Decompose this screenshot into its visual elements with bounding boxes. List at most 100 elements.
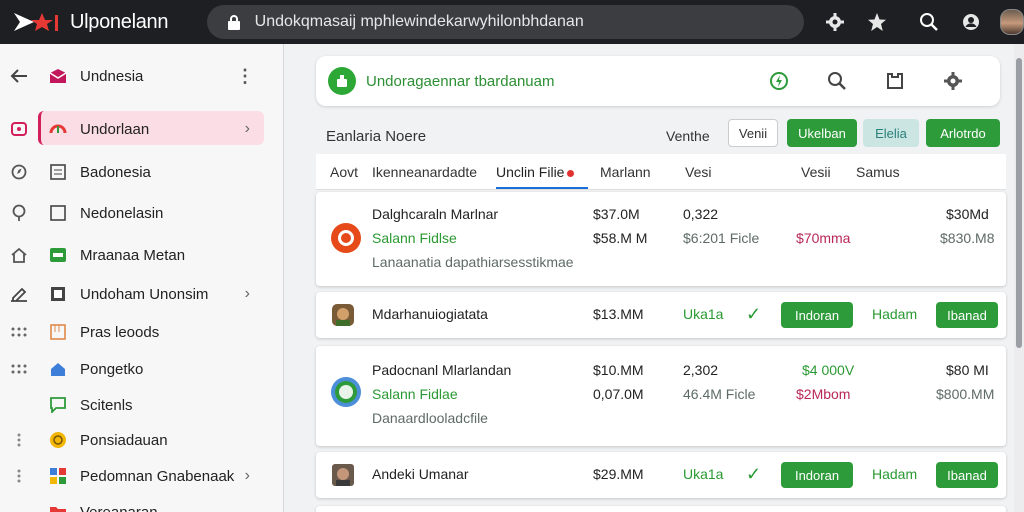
sidebar-item-label: Pongetko	[80, 360, 144, 378]
kebab-menu-icon[interactable]: ⋮	[236, 66, 254, 87]
sidebar-item-pongetko[interactable]: Pongetko	[0, 351, 284, 387]
filter-label: Eanlaria Noere	[326, 127, 427, 145]
search-icon[interactable]	[808, 71, 866, 91]
row-total: $30Md	[946, 206, 989, 222]
avatar[interactable]	[1000, 9, 1024, 35]
tab-vesi[interactable]: Vesi	[685, 164, 711, 180]
tab-bar: Aovt Ikenneanardadte Unclin Filie Marlan…	[316, 154, 1006, 190]
sidebar-item-ponsiadauan[interactable]: Ponsiadauan	[0, 422, 284, 458]
scrollbar-thumb[interactable]	[1016, 58, 1022, 348]
sidebar-item-pras-leoods[interactable]: Pras leoods	[0, 314, 284, 350]
row-action-button[interactable]: Indoran	[781, 302, 853, 328]
row-amount: $13.MM	[593, 306, 644, 322]
row-desc: Lanaanatia dapathiarsesstikmae	[372, 254, 574, 270]
settings-icon[interactable]	[814, 0, 856, 44]
row-name: Andeki Umanar	[372, 466, 469, 482]
green-square-icon	[44, 247, 72, 263]
search-icon[interactable]	[908, 0, 950, 44]
tab-unclin-filie[interactable]: Unclin Filie	[496, 164, 575, 180]
back-arrow-icon[interactable]	[0, 69, 38, 83]
star-icon[interactable]	[856, 0, 898, 44]
filter-button-venii[interactable]: Venii	[728, 119, 778, 147]
bolt-icon[interactable]	[750, 71, 808, 91]
tab-vesii[interactable]: Vesii	[801, 164, 831, 180]
table-row[interactable]: Andeki Umanar $29.MM Uka1a ✓ Indoran Had…	[316, 452, 1006, 498]
row-delta: $2Mbom	[796, 386, 851, 402]
row-amount: $10.MM	[593, 362, 644, 378]
sidebar-item-label: Badonesia	[80, 163, 151, 181]
sidebar-item-nedonelasin[interactable]: Nedonelasin	[0, 195, 284, 231]
tab-marlann[interactable]: Marlann	[600, 164, 651, 180]
edit-icon	[0, 286, 38, 302]
tab-aovt[interactable]: Aovt	[330, 164, 358, 180]
settings-icon[interactable]	[924, 71, 982, 91]
logo-mark-icon	[14, 13, 58, 31]
scrollbar[interactable]	[1014, 44, 1024, 512]
address-text: Undokqmasaij mphlewindekarwyhilonbhdanan	[254, 13, 584, 30]
sidebar-item-label: Nedonelasin	[80, 204, 164, 222]
sidebar-item-pedomnan-gnabenaak[interactable]: Pedomnan Gnabenaak ›	[0, 458, 284, 494]
app-logo[interactable]: Ulponelann	[12, 11, 187, 34]
sidebar-item-vereanaran[interactable]: Vereanaran	[0, 494, 284, 512]
grid-dots-icon	[0, 363, 38, 375]
table-row[interactable]: Dalghcaraln Marlnar Salann Fidlse Lanaan…	[316, 192, 1006, 286]
table-row[interactable]	[316, 506, 1006, 512]
filter-button-ukelban[interactable]: Ukelban	[787, 119, 857, 147]
sidebar-header-label: Undnesia	[80, 67, 144, 85]
frame-icon	[44, 205, 72, 221]
coin-icon	[44, 431, 72, 449]
row-amount-secondary: 0,07.0M	[593, 386, 644, 402]
row-amount-secondary: $58.M M	[593, 230, 648, 246]
home-icon	[0, 247, 38, 263]
sidebar-item-badonesia[interactable]: Badonesia	[0, 154, 284, 190]
row-total-secondary: $830.M8	[940, 230, 995, 246]
tab-samus[interactable]: Samus	[856, 164, 900, 180]
grid-dots-icon	[0, 326, 38, 338]
row-secondary-action-button[interactable]: Ibanad	[936, 462, 998, 488]
table-row[interactable]: Padocnanl Mlarlandan Salann Fidlae Danaa…	[316, 346, 1006, 446]
vertical-dots-icon	[0, 469, 38, 483]
sidebar-item-label: Pras leoods	[80, 323, 160, 341]
status-ring-icon	[330, 376, 362, 411]
chevron-right-icon: ›	[244, 120, 250, 137]
address-bar[interactable]: Undokqmasaij mphlewindekarwyhilonbhdanan	[206, 5, 804, 39]
row-secondary-action-button[interactable]: Ibanad	[936, 302, 998, 328]
sidebar-item-label: Ponsiadauan	[80, 431, 168, 449]
folder-icon	[44, 504, 72, 512]
filter-button-elelia[interactable]: Elelia	[863, 119, 919, 147]
active-tab-indicator	[496, 187, 588, 189]
row-total: $80 MI	[946, 362, 989, 378]
app-badge-icon	[328, 67, 356, 95]
sidebar-item-undorlaan[interactable]: Undorlaan ›	[0, 111, 284, 147]
chat-icon	[44, 397, 72, 413]
badge-icon	[0, 122, 38, 136]
checkmark-icon: ✓	[746, 464, 762, 484]
chart-arc-icon	[44, 121, 72, 137]
vertical-dots-icon	[0, 433, 38, 447]
compass-icon	[0, 164, 38, 180]
header-title: Undoragaennar tbardanuam	[366, 72, 555, 90]
row-status: Uka1a	[683, 306, 724, 322]
checkmark-icon: ✓	[746, 304, 762, 324]
main-content: Undoragaennar tbardanuam Eanlaria Noere …	[286, 44, 1016, 512]
tab-ikenneanardadte[interactable]: Ikenneanardadte	[372, 164, 477, 180]
sidebar-item-mraanaa-metan[interactable]: Mraanaa Metan	[0, 237, 284, 273]
row-count: 2,302	[683, 362, 719, 378]
sidebar-item-label: Pedomnan Gnabenaak	[80, 467, 235, 485]
account-icon[interactable]	[950, 0, 992, 44]
row-sub: Salann Fidlae	[372, 386, 458, 402]
filter-button-arlotrdo[interactable]: Arlotrdo	[926, 119, 1000, 147]
row-action-button[interactable]: Indoran	[781, 462, 853, 488]
bookmark-icon[interactable]	[866, 71, 924, 91]
row-delta-top: $4 000V	[802, 362, 855, 378]
row-sub: Salann Fidlse	[372, 230, 457, 246]
sidebar-item-undoham-unonsim[interactable]: Undoham Unonsim ›	[0, 276, 284, 312]
filter-verb: Venthe	[666, 128, 710, 144]
book-icon	[44, 286, 72, 302]
row-status: Uka1a	[683, 466, 724, 482]
sidebar-item-label: Undorlaan	[80, 120, 150, 138]
sidebar-item-label: Vereanaran	[80, 503, 158, 512]
table-row[interactable]: Mdarhanuiogiatata $13.MM Uka1a ✓ Indoran…	[316, 292, 1006, 338]
sidebar-item-scitenls[interactable]: Scitenls	[0, 387, 284, 423]
sidebar-item-label: Mraanaa Metan	[80, 246, 186, 264]
